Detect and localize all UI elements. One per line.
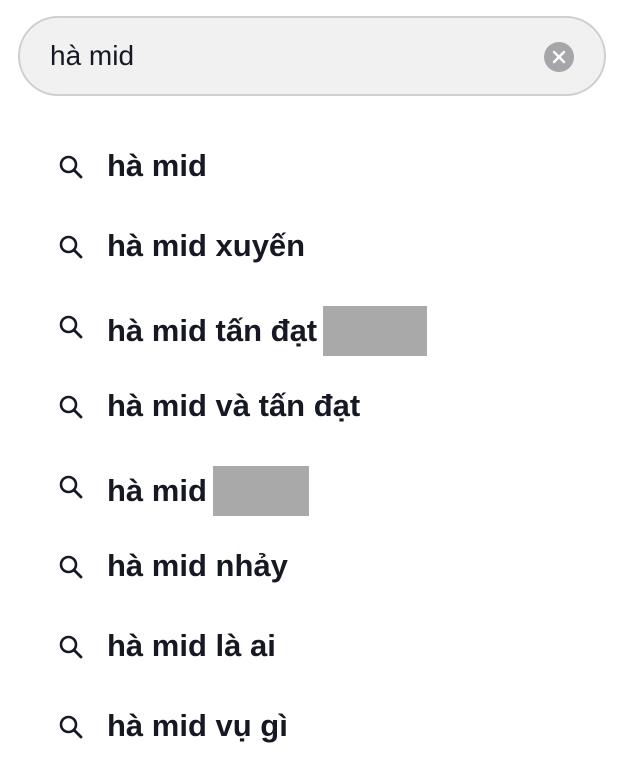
suggestion-item[interactable]: hà mid tấn đạt (0, 286, 630, 366)
suggestion-list: hà mid hà mid xuyến hà mid tấn đạt hà mi… (0, 126, 630, 766)
suggestion-label: hà mid là ai (107, 628, 276, 663)
clear-search-button[interactable] (544, 42, 574, 72)
suggestion-label: hà mid xuyến (107, 228, 306, 263)
suggestion-item[interactable]: hà mid là ai (0, 606, 630, 686)
search-icon (59, 235, 83, 259)
search-icon (59, 635, 83, 659)
suggestion-item[interactable]: hà mid và tấn đạt (0, 366, 630, 446)
suggestion-label: hà mid vụ gì (107, 708, 288, 743)
suggestion-label: hà mid tấn đạt (107, 306, 428, 356)
search-icon (59, 555, 83, 579)
search-input[interactable] (50, 18, 530, 94)
search-icon (59, 315, 83, 339)
redaction-block (323, 306, 428, 356)
suggestion-item[interactable]: hà mid vụ gì (0, 686, 630, 766)
suggestion-item[interactable]: hà mid (0, 446, 630, 526)
suggestion-label: hà mid (107, 148, 207, 183)
suggestion-label: hà mid nhảy (107, 548, 288, 583)
suggestion-label: hà mid và tấn đạt (107, 388, 361, 423)
search-icon (59, 155, 83, 179)
suggestion-item[interactable]: hà mid (0, 126, 630, 206)
search-icon (59, 395, 83, 419)
search-icon (59, 475, 83, 499)
suggestion-label: hà mid (107, 466, 309, 516)
suggestion-item[interactable]: hà mid nhảy (0, 526, 630, 606)
search-icon (59, 715, 83, 739)
redaction-block (212, 466, 309, 516)
search-bar[interactable] (18, 16, 606, 96)
suggestion-item[interactable]: hà mid xuyến (0, 206, 630, 286)
close-icon (552, 50, 566, 64)
